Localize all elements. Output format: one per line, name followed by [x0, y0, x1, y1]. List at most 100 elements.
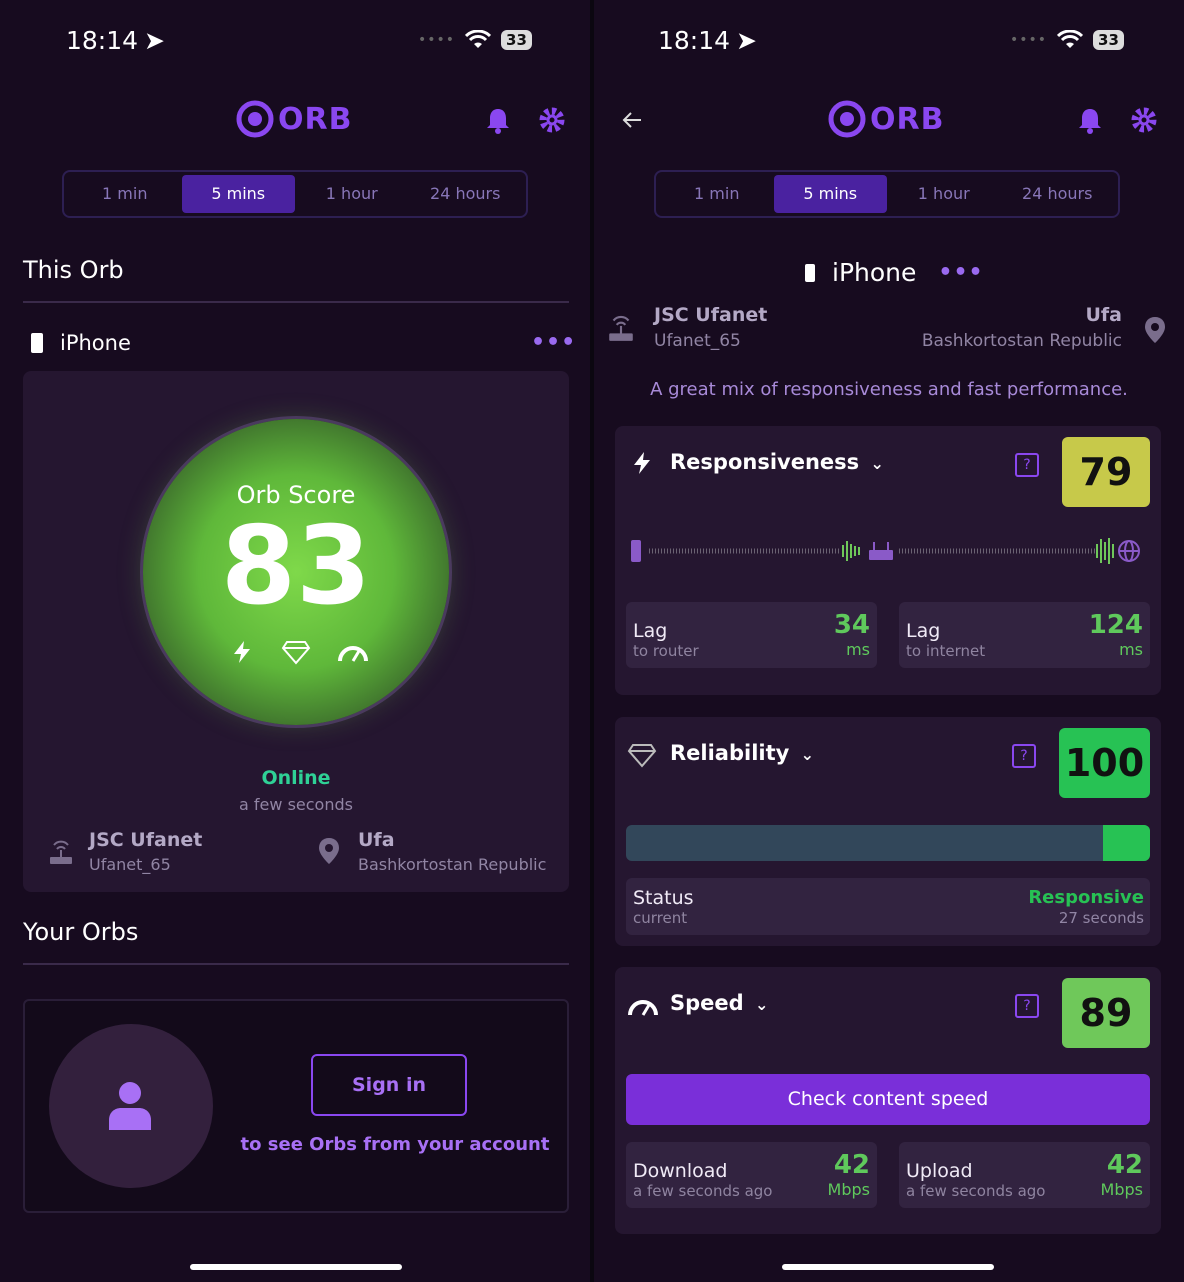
sign-in-button[interactable]: Sign in — [311, 1054, 467, 1116]
reliability-title[interactable]: Reliability ⌄ — [670, 741, 814, 765]
help-icon[interactable]: ? — [1015, 994, 1039, 1018]
location-pin-icon — [1145, 317, 1165, 343]
location-city: Ufa — [358, 829, 395, 851]
device-row[interactable]: iPhone — [30, 331, 131, 355]
wifi-icon — [1057, 30, 1084, 48]
reliability-card: Reliability ⌄ ? 100 Status current Respo… — [615, 717, 1161, 946]
clock: 18:14 — [66, 26, 139, 55]
summary-text: A great mix of responsiveness and fast p… — [650, 379, 1128, 400]
location-region: Bashkortostan Republic — [921, 331, 1122, 351]
metric-unit: Mbps — [827, 1180, 870, 1199]
speed-title-label: Speed — [670, 991, 744, 1015]
bell-icon[interactable] — [1076, 106, 1104, 134]
status-value: Responsive — [1028, 887, 1144, 908]
reliability-score: 100 — [1059, 728, 1150, 798]
reliability-bar-fill — [1102, 825, 1150, 861]
responsiveness-title[interactable]: Responsiveness ⌄ — [670, 450, 884, 474]
tab-24-hours[interactable]: 24 hours — [1001, 175, 1115, 213]
metric-sub: to internet — [906, 642, 986, 660]
signal-icon: •••• — [1010, 32, 1048, 48]
check-content-speed-button[interactable]: Check content speed — [626, 1074, 1150, 1125]
device-name: iPhone — [832, 258, 917, 287]
chevron-down-icon: ⌄ — [800, 745, 815, 764]
orb-score-icons — [229, 639, 369, 665]
metric-sub: a few seconds ago — [906, 1182, 1046, 1200]
latency-path-svg — [631, 538, 1140, 564]
location-pin-icon — [319, 838, 339, 864]
metric-value: 124 — [1088, 610, 1143, 640]
location-arrow-icon: ➤ — [736, 26, 757, 55]
isp-name: JSC Ufanet — [654, 304, 768, 326]
back-arrow-icon[interactable] — [620, 108, 644, 132]
metric-unit: Mbps — [1100, 1180, 1143, 1199]
metric-unit: ms — [1119, 640, 1143, 659]
chevron-down-icon: ⌄ — [870, 454, 884, 473]
tab-1-hour[interactable]: 1 hour — [887, 175, 1001, 213]
orb-logo: ORB — [828, 100, 944, 138]
tab-5-mins[interactable]: 5 mins — [181, 175, 295, 213]
tab-1-min[interactable]: 1 min — [68, 175, 182, 213]
device-name: iPhone — [60, 331, 131, 355]
orb-score-card[interactable]: Orb Score 83 Online a few seconds JSC Uf… — [23, 371, 569, 892]
reliability-bar — [626, 825, 1150, 861]
battery-icon: 33 — [1093, 30, 1124, 50]
divider — [23, 963, 569, 965]
orb-detail-screen: 18:14 ➤ •••• 33 ORB 1 min 5 mins 1 hour … — [594, 0, 1184, 1282]
status-time: 18:14 ➤ — [66, 26, 165, 55]
this-orb-heading: This Orb — [23, 256, 124, 284]
responsiveness-card: Responsiveness ⌄ ? 79 Lag to router 34 m… — [615, 426, 1161, 695]
battery-icon: 33 — [501, 30, 532, 50]
tab-1-hour[interactable]: 1 hour — [295, 175, 409, 213]
help-icon[interactable]: ? — [1015, 453, 1039, 477]
phone-icon — [31, 333, 43, 353]
avatar — [49, 1024, 213, 1188]
online-status: Online — [261, 767, 331, 789]
metric-label: Upload — [906, 1160, 973, 1182]
home-indicator[interactable] — [190, 1264, 402, 1270]
speed-score: 89 — [1062, 978, 1150, 1048]
home-indicator[interactable] — [782, 1264, 994, 1270]
more-options-icon[interactable]: ••• — [531, 330, 576, 355]
metric-value: 42 — [1106, 1150, 1143, 1180]
metric-label: Download — [633, 1160, 728, 1182]
metric-value: 34 — [833, 610, 870, 640]
isp-name: JSC Ufanet — [89, 829, 203, 851]
home-screen: 18:14 ➤ •••• 33 ORB 1 min 5 mins 1 hour … — [0, 0, 590, 1282]
brand-name: ORB — [870, 101, 945, 137]
orb-logo-icon — [236, 100, 274, 138]
orb-logo: ORB — [236, 100, 352, 138]
metric-value: 42 — [833, 1150, 870, 1180]
tab-1-min[interactable]: 1 min — [660, 175, 774, 213]
lightning-icon — [234, 641, 250, 663]
speed-title[interactable]: Speed ⌄ — [670, 991, 768, 1015]
bell-icon[interactable] — [484, 106, 512, 134]
brand-name: ORB — [278, 101, 353, 137]
lightning-icon — [634, 452, 650, 474]
responsiveness-score: 79 — [1062, 437, 1150, 507]
location-arrow-icon: ➤ — [144, 26, 165, 55]
clock: 18:14 — [658, 26, 731, 55]
network-name: Ufanet_65 — [89, 855, 171, 874]
phone-icon — [805, 263, 815, 282]
reliability-title-label: Reliability — [670, 741, 790, 765]
chevron-down-icon: ⌄ — [755, 995, 769, 1014]
your-orbs-card: Sign in to see Orbs from your account — [23, 999, 569, 1213]
settings-gear-icon[interactable] — [538, 106, 566, 134]
online-status-time: a few seconds — [239, 795, 353, 814]
time-range-tabs: 1 min 5 mins 1 hour 24 hours — [654, 170, 1120, 218]
tab-24-hours[interactable]: 24 hours — [409, 175, 523, 213]
latency-path-graphic — [629, 536, 1149, 566]
status-sub: current — [633, 909, 688, 927]
router-icon — [50, 840, 72, 864]
orb-score-ring: Orb Score 83 — [143, 419, 449, 725]
settings-gear-icon[interactable] — [1130, 106, 1158, 134]
metric-label: Lag — [906, 620, 941, 642]
location-region: Bashkortostan Republic — [358, 855, 547, 874]
tab-5-mins[interactable]: 5 mins — [773, 175, 887, 213]
sign-in-caption: to see Orbs from your account — [240, 1134, 550, 1155]
orb-logo-icon — [828, 100, 866, 138]
more-options-icon[interactable]: ••• — [938, 260, 983, 285]
metric-sub: to router — [633, 642, 699, 660]
help-icon[interactable]: ? — [1012, 744, 1036, 768]
orb-score-value: 83 — [220, 504, 372, 629]
